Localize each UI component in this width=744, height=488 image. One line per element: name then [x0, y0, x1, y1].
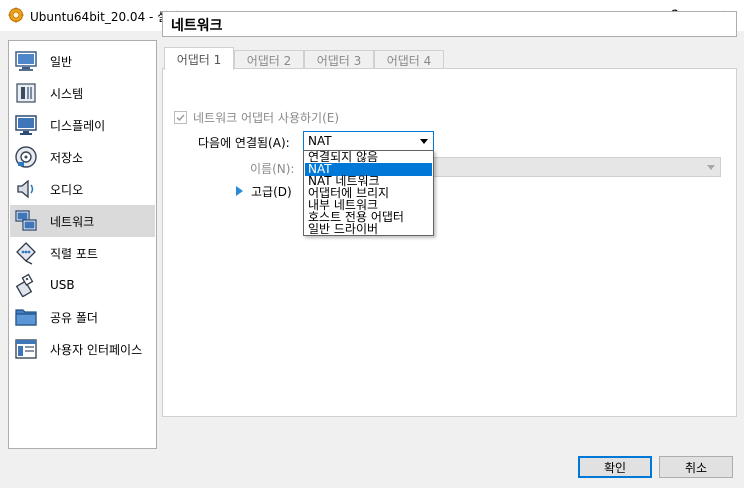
sidebar-item-audio[interactable]: 오디오 [10, 173, 155, 205]
display-icon [15, 115, 37, 135]
settings-sidebar: 일반 시스템 디스플레이 저장소 오디오 네트워크 직렬 포트 USB 공유 폴… [8, 40, 157, 449]
sidebar-item-label: 공유 폴더 [50, 310, 98, 325]
sidebar-item-usb[interactable]: USB [10, 269, 155, 301]
checkmark-icon [176, 114, 185, 121]
expand-arrow-icon [236, 186, 243, 196]
sidebar-item-label: 일반 [50, 54, 73, 69]
virtualbox-gear-icon [8, 7, 24, 23]
advanced-toggle[interactable]: 고급(D) [236, 183, 292, 199]
attached-to-select[interactable]: NAT [303, 131, 434, 151]
chevron-down-icon [420, 139, 428, 144]
enable-adapter-checkbox[interactable] [174, 110, 187, 124]
tab-adapter-2[interactable]: 어댑터 2 [234, 50, 304, 69]
attached-to-dropdown: 연결되지 않음 NAT NAT 네트워크 어댑터에 브리지 내부 네트워크 호스… [303, 150, 434, 236]
system-icon [16, 83, 36, 103]
sidebar-item-label: 디스플레이 [50, 118, 106, 133]
sidebar-item-shared-folder[interactable]: 공유 폴더 [10, 301, 155, 333]
sidebar-item-label: 오디오 [50, 182, 84, 197]
enable-adapter-checkbox-row[interactable]: 네트워크 어댑터 사용하기(E) [174, 109, 339, 125]
sidebar-item-serial-port[interactable]: 직렬 포트 [10, 237, 155, 269]
sidebar-item-system[interactable]: 시스템 [10, 77, 155, 109]
attached-to-value: NAT [308, 134, 332, 148]
sidebar-item-label: 저장소 [50, 150, 84, 165]
tab-adapter-1[interactable]: 어댑터 1 [164, 47, 234, 70]
dropdown-option-generic[interactable]: 일반 드라이버 [305, 223, 432, 236]
attached-to-label: 다음에 연결됨(A): [198, 136, 290, 150]
chevron-down-icon [707, 165, 715, 170]
sidebar-item-display[interactable]: 디스플레이 [10, 109, 155, 141]
shared-folder-icon [15, 309, 37, 326]
sidebar-item-network[interactable]: 네트워크 [10, 205, 155, 237]
enable-adapter-label: 네트워크 어댑터 사용하기(E) [193, 110, 340, 125]
sidebar-item-label: USB [50, 278, 75, 292]
ok-button[interactable]: 확인 [578, 456, 652, 478]
sidebar-item-label: 시스템 [50, 86, 84, 101]
tab-adapter-4[interactable]: 어댑터 4 [374, 50, 444, 69]
sidebar-item-label: 직렬 포트 [50, 246, 98, 261]
general-icon [15, 51, 37, 71]
sidebar-item-user-interface[interactable]: 사용자 인터페이스 [10, 333, 155, 365]
page-title: 네트워크 [171, 18, 223, 34]
sidebar-item-general[interactable]: 일반 [10, 45, 155, 77]
audio-icon [17, 179, 34, 199]
sidebar-item-label: 사용자 인터페이스 [50, 342, 143, 357]
network-icon [15, 210, 37, 231]
user-interface-icon [15, 339, 37, 359]
sidebar-item-storage[interactable]: 저장소 [10, 141, 155, 173]
window-title: Ubuntu64bit_20.04 - 설정 [30, 10, 180, 24]
page-header: 네트워크 [162, 11, 737, 37]
tab-adapter-3[interactable]: 어댑터 3 [304, 50, 374, 69]
serial-port-icon [16, 242, 36, 265]
name-label: 이름(N): [250, 162, 295, 176]
cancel-button[interactable]: 취소 [659, 456, 733, 478]
advanced-label: 고급(D) [251, 184, 292, 199]
sidebar-item-label: 네트워크 [50, 214, 95, 229]
usb-icon [15, 273, 34, 297]
storage-icon [15, 146, 37, 168]
